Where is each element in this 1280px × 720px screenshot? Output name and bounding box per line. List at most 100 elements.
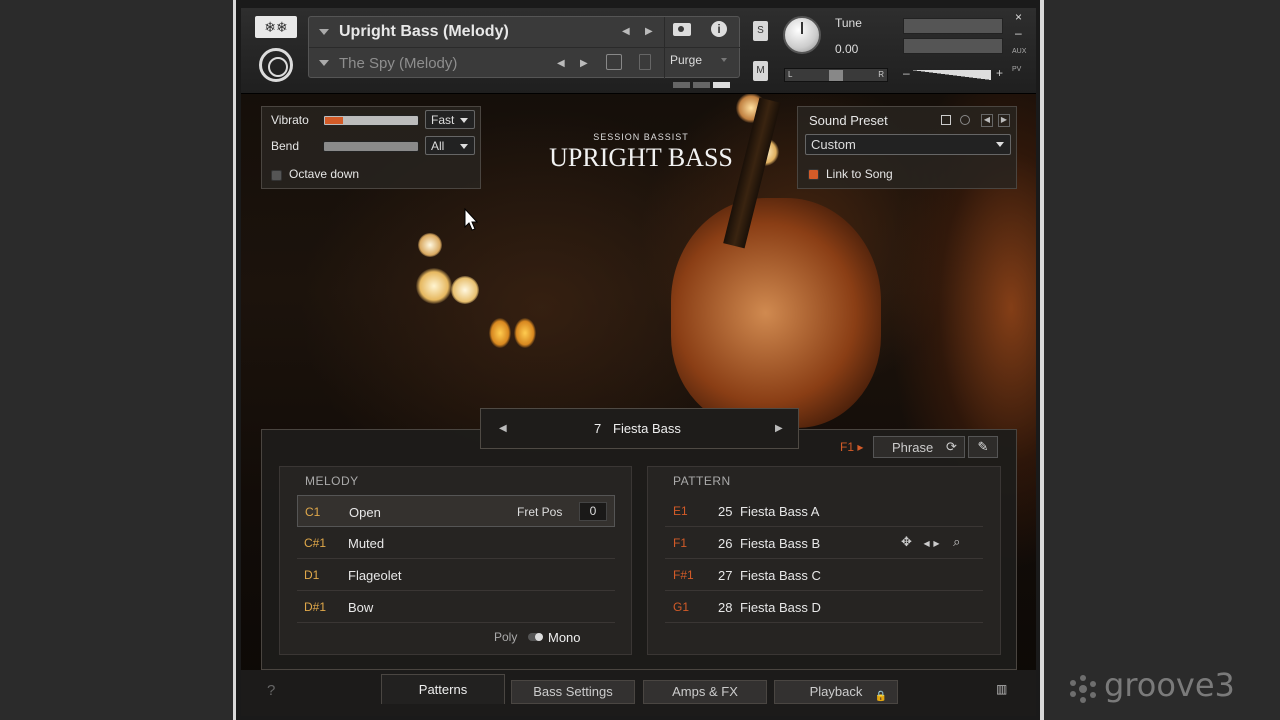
piano-keys-icon[interactable]: ▥ [996,682,1012,698]
pattern-title: PATTERN [673,474,731,488]
next-song-icon[interactable]: ▶ [775,423,783,434]
link-to-song-checkbox[interactable] [808,169,819,180]
pan-right-label: R [878,70,884,79]
delete-icon[interactable] [639,54,651,70]
tab-patterns[interactable]: Patterns [381,674,505,704]
poly-label[interactable]: Poly [494,630,517,644]
fret-pos-field[interactable]: 0 [579,502,607,521]
pan-slider[interactable]: L R [784,68,888,82]
pattern-row[interactable]: E1 25 Fiesta Bass A [665,495,983,527]
mouse-cursor-icon [464,208,479,231]
octave-down-checkbox[interactable] [271,170,282,181]
melody-key: C1 [305,505,321,519]
help-icon[interactable]: ? [267,682,275,699]
next-pattern-icon[interactable]: ▶ [933,539,939,548]
melody-row[interactable]: D#1 Bow [297,591,615,623]
kontakt-logo-icon[interactable] [259,48,293,82]
melody-row[interactable]: C1 Open Fret Pos 0 [297,495,615,527]
save-icon[interactable] [606,54,622,70]
poly-mono-toggle[interactable] [528,633,543,641]
next-instrument-icon[interactable]: ▶ [645,26,653,37]
aux-button[interactable]: AUX [1012,48,1026,55]
minimize-button[interactable]: – [1015,26,1022,40]
close-button[interactable]: × [1015,10,1022,24]
phrase-button[interactable]: Phrase ⟳ [873,436,965,458]
save-preset-icon[interactable] [941,115,951,125]
melody-title: MELODY [305,474,359,488]
volume-slider[interactable]: – + [901,66,1007,82]
vibrato-slider[interactable] [323,115,419,126]
f1-key-indicator: F1 ▸ [840,440,864,454]
pattern-number: 25 [718,504,733,519]
playback-label: Playback [809,684,863,699]
instrument-header: ❄❄ Upright Bass (Melody) ◀ ▶ The Spy (Me… [241,8,1036,94]
bokeh-light [416,268,452,304]
melody-row[interactable]: C#1 Muted [297,527,615,559]
pattern-key: F#1 [673,568,694,582]
melody-row[interactable]: D1 Flageolet [297,559,615,591]
wrench-icon[interactable]: ✎ [968,436,998,458]
prev-instrument-icon[interactable]: ◀ [622,26,630,37]
pan-handle[interactable] [829,70,843,81]
pattern-name: Fiesta Bass A [740,504,820,519]
melody-name: Bow [348,600,374,615]
volume-plus[interactable]: + [996,66,1003,80]
mono-label[interactable]: Mono [548,630,581,645]
prev-multi-icon[interactable]: ◀ [557,58,565,69]
pattern-browser: MELODY C1 Open Fret Pos 0 C#1 Muted D1 F… [261,429,1017,670]
melody-name: Flageolet [348,568,402,583]
multi-name[interactable]: The Spy (Melody) [339,55,457,72]
next-multi-icon[interactable]: ▶ [580,58,588,69]
tab-amps-fx[interactable]: Amps & FX [643,680,767,704]
sound-preset-label: Sound Preset [809,113,888,128]
next-preset-icon[interactable]: ▶ [998,114,1010,127]
melody-name: Muted [348,536,385,551]
bass-body [671,198,881,428]
vibrato-speed-select[interactable]: Fast [425,110,475,129]
bokeh-light [451,276,479,304]
tab-playback[interactable]: Playback 🔒 [774,680,898,704]
vibrato-label: Vibrato [271,113,309,127]
purge-button[interactable]: Purge [670,53,702,67]
kontakt-instrument: ❄❄ Upright Bass (Melody) ◀ ▶ The Spy (Me… [241,8,1036,716]
pattern-key: F1 [673,536,688,550]
pattern-row[interactable]: F1 26 Fiesta Bass B ✥ ◀ ▶ ⌕ [665,527,983,559]
drag-icon[interactable]: ✥ [901,534,912,549]
bend-label: Bend [271,139,300,153]
purge-dropdown-icon[interactable] [721,58,727,62]
snowflake-icon[interactable]: ❄❄ [255,16,297,38]
bend-slider[interactable] [323,141,419,152]
prev-preset-icon[interactable]: ◀ [981,114,993,127]
pattern-row[interactable]: G1 28 Fiesta Bass D [665,591,983,623]
delete-preset-icon[interactable] [960,115,970,125]
pattern-row[interactable]: F#1 27 Fiesta Bass C [665,559,983,591]
product-subtitle: SESSION BASSIST [593,132,689,142]
solo-button[interactable]: S [753,21,768,41]
tune-knob[interactable] [783,16,821,54]
tab-bass-settings[interactable]: Bass Settings [511,680,635,704]
bend-select[interactable]: All [425,136,475,155]
pv-button[interactable]: PV [1012,66,1021,73]
sound-preset-panel: Sound Preset ◀ ▶ Custom Link to Song [797,106,1017,189]
pattern-selector[interactable]: ◀ 7 Fiesta Bass ▶ [480,408,799,449]
volume-minus[interactable]: – [903,66,910,80]
groove3-logo-icon [1070,675,1096,703]
camera-icon[interactable] [673,23,691,36]
sound-preset-select[interactable]: Custom [805,134,1011,155]
bokeh-light [514,318,536,348]
info-icon[interactable]: i [711,21,727,37]
multi-dropdown-icon[interactable] [319,60,329,66]
instrument-dropdown-icon[interactable] [319,29,329,35]
prev-song-icon[interactable]: ◀ [499,423,507,434]
mute-button[interactable]: M [753,61,768,81]
instrument-name[interactable]: Upright Bass (Melody) [339,23,509,41]
song-number: 7 [594,421,602,436]
bokeh-light [418,233,442,257]
volume-bar[interactable] [911,70,991,80]
tune-label: Tune [835,16,862,30]
prev-pattern-icon[interactable]: ◀ [924,539,930,548]
pattern-key: G1 [673,600,690,614]
search-icon[interactable]: ⌕ [953,534,960,549]
watermark: groove3 [1104,666,1235,704]
pattern-name: Fiesta Bass B [740,536,821,551]
